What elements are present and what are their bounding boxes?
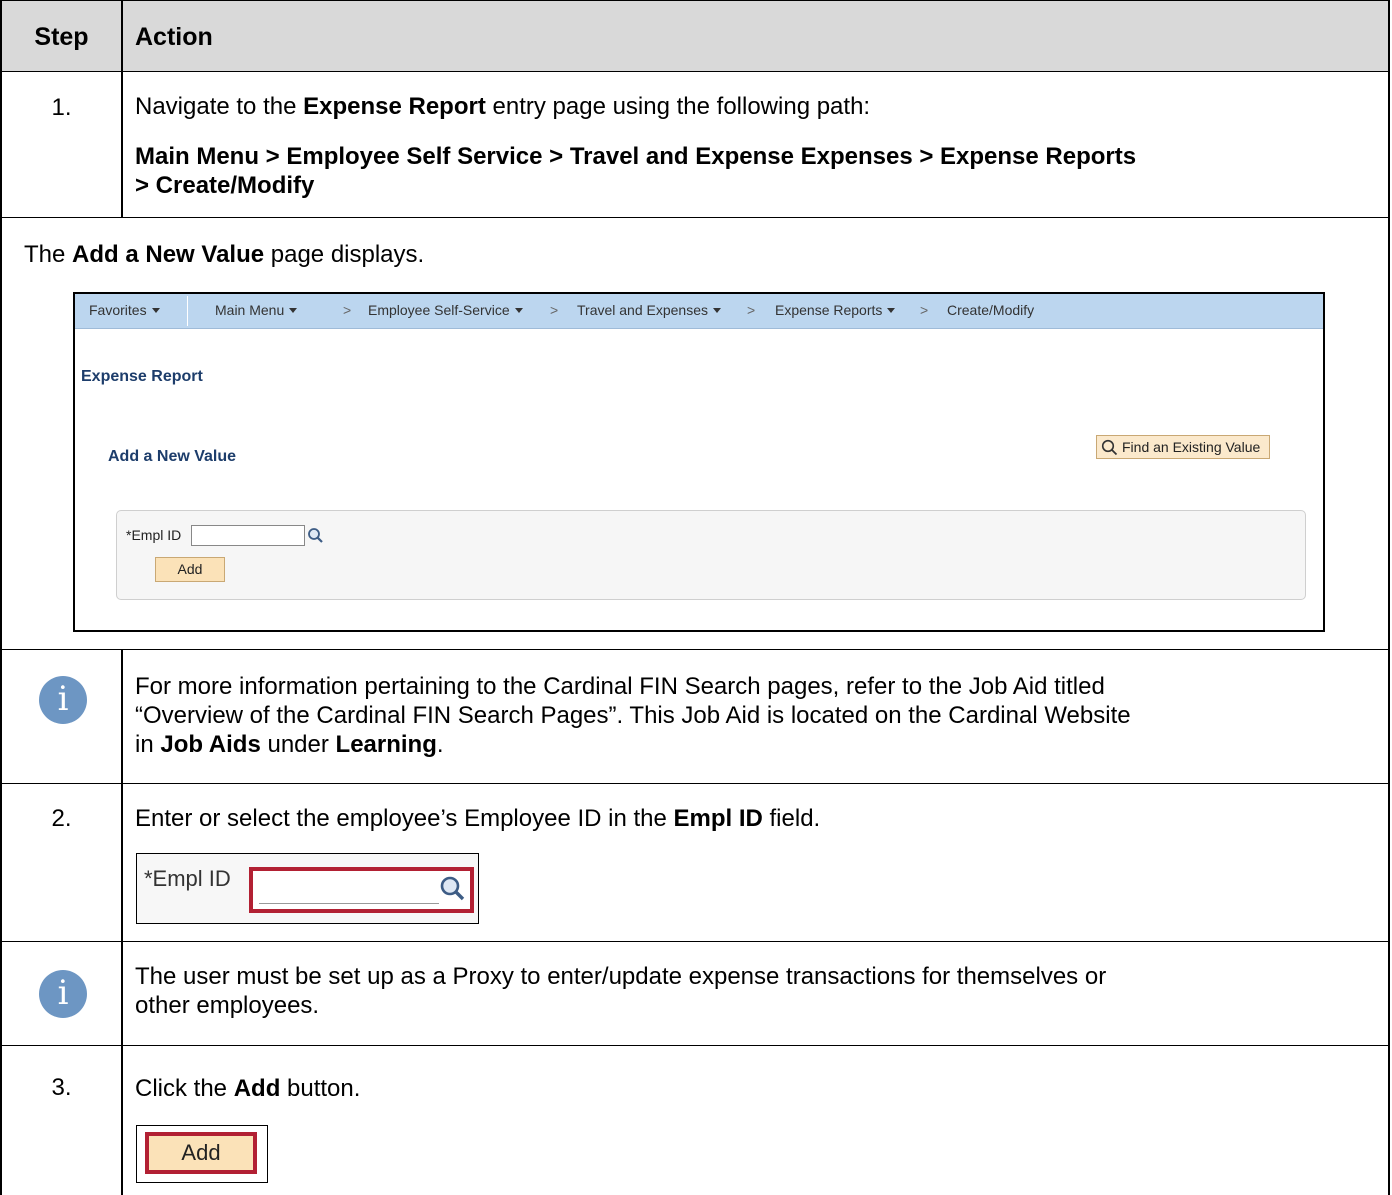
section-title: Add a New Value — [108, 448, 237, 465]
expense-reports-menu[interactable]: Expense Reports — [775, 302, 896, 318]
empl-id-label: *Empl ID — [126, 527, 182, 543]
job-aid-table: Step Action 1. Navigate to the Expense R… — [0, 0, 1392, 1195]
action-column-header: Action — [135, 23, 213, 51]
highlighted-empl-id-field — [249, 867, 474, 913]
table-header-row: Step Action — [0, 0, 1390, 72]
step-number: 3. — [51, 1074, 72, 1101]
chevron-right-icon: > — [747, 302, 756, 318]
table-row-info-2: i The user must be set up as a Proxy to … — [0, 942, 1390, 1046]
chevron-right-icon: > — [550, 302, 559, 318]
caret-down-icon — [289, 308, 298, 313]
main-menu[interactable]: Main Menu — [215, 302, 298, 318]
info-icon: i — [39, 676, 87, 724]
caret-down-icon — [514, 308, 523, 313]
breadcrumb-navbar: Favorites Main Menu > Employee Self-Serv… — [75, 294, 1323, 329]
info-icon: i — [39, 970, 87, 1018]
find-existing-value-button[interactable]: Find an Existing Value — [1096, 435, 1270, 459]
step-number: 1. — [51, 94, 72, 121]
magnifier-icon — [1101, 439, 1118, 456]
add-button-screenshot: Add — [136, 1125, 268, 1183]
employee-self-service-menu[interactable]: Employee Self-Service — [368, 302, 523, 318]
search-criteria-group: *Empl ID Add — [116, 510, 1306, 600]
caret-down-icon — [713, 308, 721, 313]
empl-id-input[interactable] — [191, 525, 305, 546]
navigation-path: Main Menu > Employee Self Service > Trav… — [135, 143, 1137, 199]
chevron-right-icon: > — [343, 302, 352, 318]
add-new-value-screenshot: Favorites Main Menu > Employee Self-Serv… — [73, 292, 1325, 632]
step-column-header: Step — [34, 23, 89, 51]
favorites-menu[interactable]: Favorites — [89, 302, 160, 318]
table-row-info-1: i For more information pertaining to the… — [0, 650, 1390, 784]
step-1-instruction: Navigate to the Expense Report entry pag… — [135, 93, 871, 120]
caret-down-icon — [151, 308, 160, 313]
info-note-text: For more information pertaining to the C… — [135, 673, 1131, 758]
caret-down-icon — [887, 308, 896, 313]
page-displays-text: The Add a New Value page displays. — [24, 241, 425, 268]
empl-id-input[interactable] — [259, 877, 439, 904]
step-number: 2. — [51, 805, 72, 832]
info-note-text: The user must be set up as a Proxy to en… — [135, 963, 1107, 1019]
empl-id-label: *Empl ID — [144, 866, 231, 891]
step-3-instruction: Click the Add button. — [135, 1075, 361, 1102]
magnifier-icon[interactable] — [307, 527, 324, 544]
create-modify-link[interactable]: Create/Modify — [947, 302, 1034, 318]
magnifier-icon[interactable] — [439, 875, 467, 903]
table-row-step-1: 1. Navigate to the Expense Report entry … — [0, 72, 1390, 218]
step-2-instruction: Enter or select the employee’s Employee … — [135, 805, 821, 832]
page-title: Expense Report — [81, 368, 203, 385]
empl-id-field-screenshot: *Empl ID — [136, 853, 479, 924]
add-button[interactable]: Add — [145, 1132, 257, 1174]
travel-and-expenses-menu[interactable]: Travel and Expenses — [577, 302, 721, 318]
chevron-right-icon: > — [920, 302, 929, 318]
add-button[interactable]: Add — [155, 557, 225, 582]
